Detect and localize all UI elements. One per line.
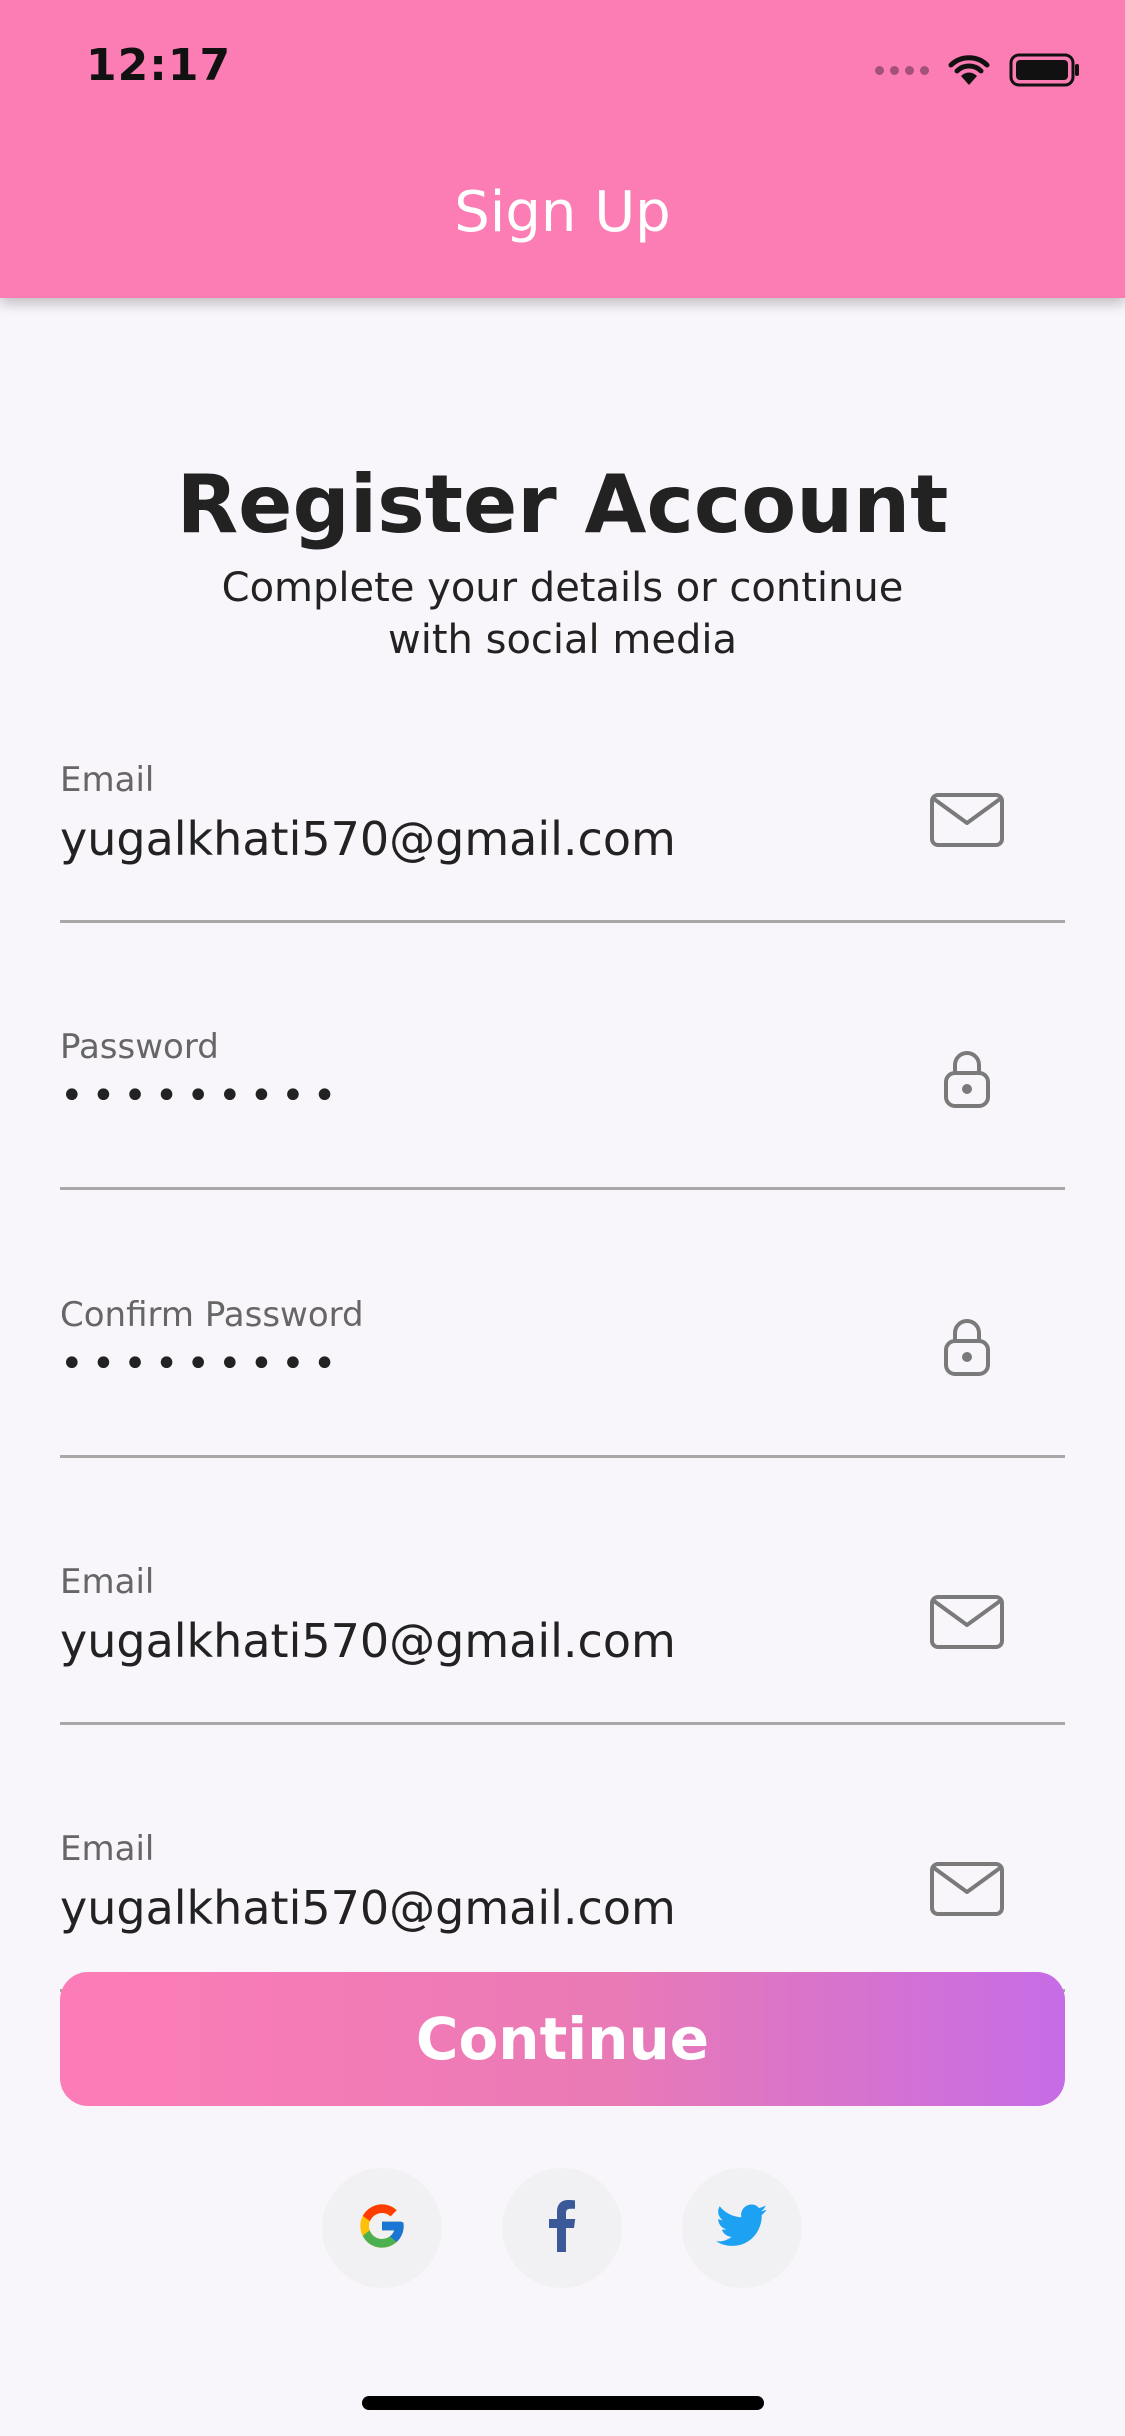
register-heading: Register Account [176, 458, 949, 551]
confirm-password-field[interactable]: Confirm Password ••••••••• [60, 1295, 1065, 1458]
email-label: Email [60, 1562, 155, 1602]
status-time: 12:17 [86, 40, 232, 91]
confirm-password-input[interactable]: ••••••••• [60, 1341, 920, 1387]
facebook-button[interactable] [502, 2168, 622, 2288]
page-title: Sign Up [454, 180, 671, 245]
home-indicator [362, 2396, 764, 2410]
email-label: Email [60, 760, 155, 800]
password-label: Password [60, 1027, 219, 1067]
app-bar: 12:17 Sign Up [0, 0, 1125, 298]
battery-icon [1009, 52, 1081, 88]
sign-up-screen: 12:17 Sign Up Register Account Complete … [0, 0, 1125, 2436]
google-icon [356, 2200, 408, 2256]
status-icons [875, 48, 1081, 92]
mail-icon [929, 1859, 1005, 1919]
email-field[interactable]: Email yugalkhati570@gmail.com [60, 760, 1065, 923]
mail-icon [929, 790, 1005, 850]
email-label: Email [60, 1829, 155, 1869]
email-input[interactable]: yugalkhati570@gmail.com [60, 1614, 920, 1668]
register-subtitle: Complete your details or continue with s… [221, 565, 904, 663]
continue-button[interactable]: Continue [60, 1972, 1065, 2106]
confirm-password-label: Confirm Password [60, 1295, 364, 1335]
lock-icon [929, 1049, 1005, 1109]
lock-icon [929, 1317, 1005, 1377]
email-input[interactable]: yugalkhati570@gmail.com [60, 1881, 920, 1935]
social-login-row [0, 2168, 1125, 2288]
password-input[interactable]: ••••••••• [60, 1073, 920, 1119]
twitter-icon [716, 2204, 768, 2252]
email-field-3[interactable]: Email yugalkhati570@gmail.com [60, 1829, 1065, 1992]
password-field[interactable]: Password ••••••••• [60, 1027, 1065, 1190]
facebook-icon [547, 2200, 577, 2256]
email-field-2[interactable]: Email yugalkhati570@gmail.com [60, 1562, 1065, 1725]
mail-icon [929, 1592, 1005, 1652]
email-input[interactable]: yugalkhati570@gmail.com [60, 812, 920, 866]
wifi-icon [947, 53, 991, 87]
cellular-signal-icon [875, 65, 929, 75]
twitter-button[interactable] [682, 2168, 802, 2288]
google-button[interactable] [322, 2168, 442, 2288]
